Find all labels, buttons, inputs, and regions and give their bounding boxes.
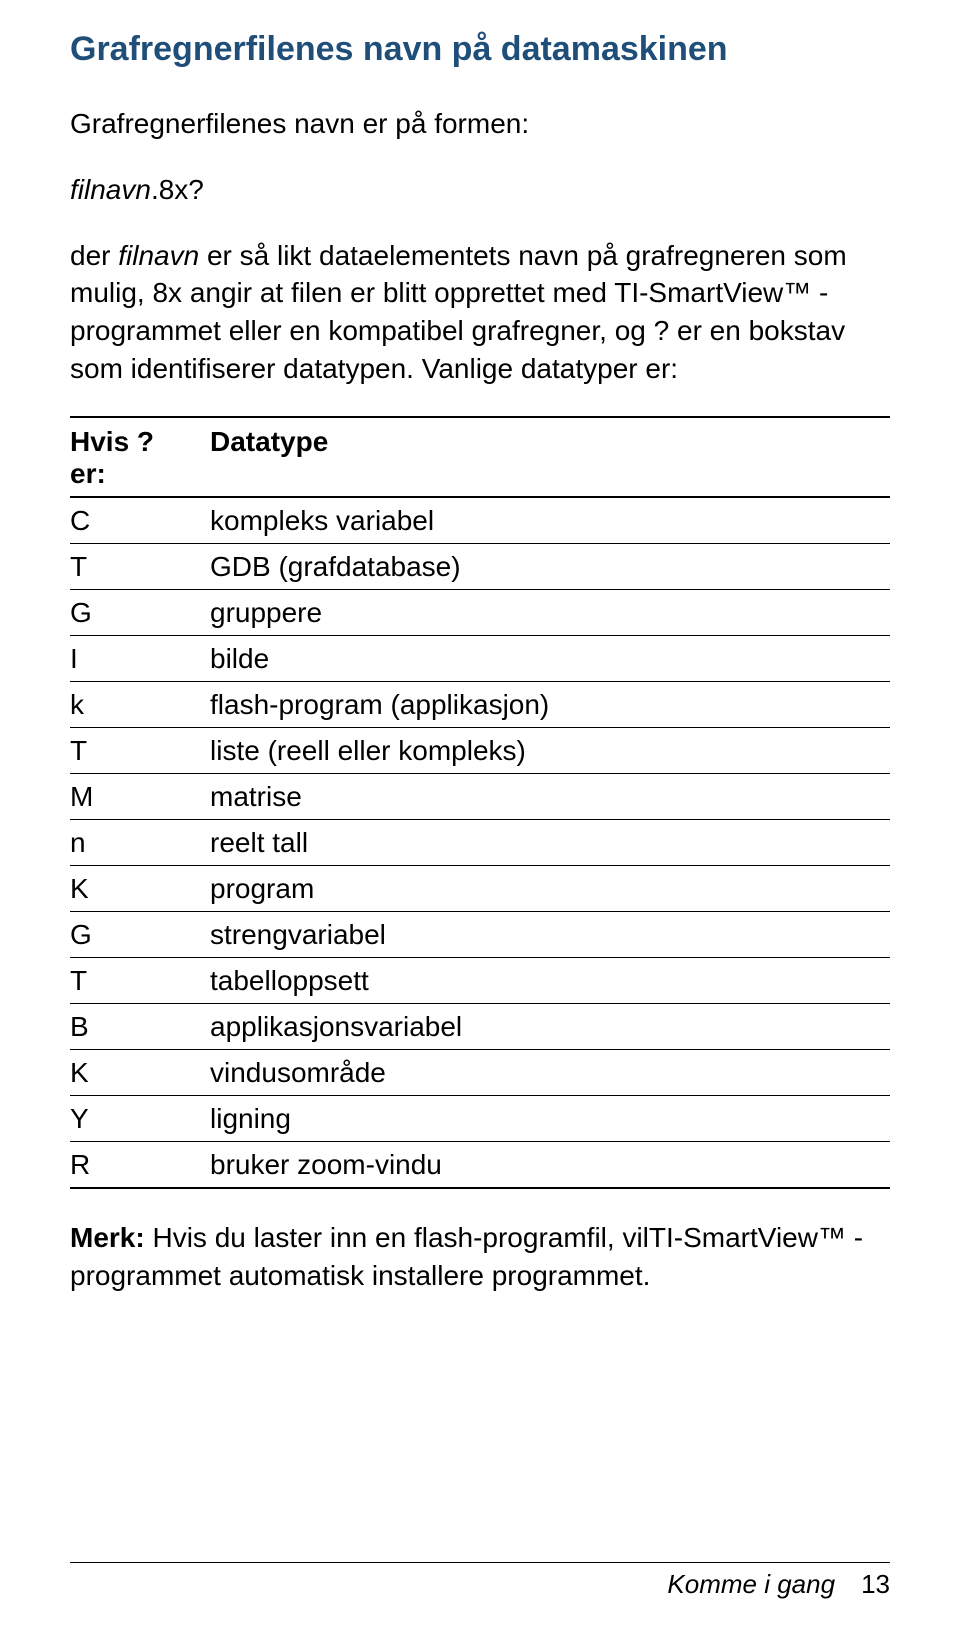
table-row: Ckompleks variabel xyxy=(70,497,890,544)
row-code: K xyxy=(70,1049,210,1095)
row-code: B xyxy=(70,1003,210,1049)
table-row: Mmatrise xyxy=(70,773,890,819)
row-code: Y xyxy=(70,1095,210,1141)
row-code: R xyxy=(70,1141,210,1188)
table-row: Rbruker zoom-vindu xyxy=(70,1141,890,1188)
header-left-l1: Hvis ? xyxy=(70,426,154,457)
row-datatype: bruker zoom-vindu xyxy=(210,1141,890,1188)
footer-page-number: 13 xyxy=(861,1569,890,1600)
page-footer: Komme i gang 13 xyxy=(70,1562,890,1600)
table-row: kflash-program (applikasjon) xyxy=(70,681,890,727)
table-row: Ttabelloppsett xyxy=(70,957,890,1003)
header-left-l2: er: xyxy=(70,458,106,489)
row-code: K xyxy=(70,865,210,911)
row-datatype: reelt tall xyxy=(210,819,890,865)
row-datatype: applikasjonsvariabel xyxy=(210,1003,890,1049)
note-body: Hvis du laster inn en flash-programfil, … xyxy=(70,1222,863,1291)
table-row: TGDB (grafdatabase) xyxy=(70,543,890,589)
table-row: Gstrengvariabel xyxy=(70,911,890,957)
table-row: Bapplikasjonsvariabel xyxy=(70,1003,890,1049)
intro-text: Grafregnerfilenes navn er på formen: xyxy=(70,105,890,143)
table-row: Ibilde xyxy=(70,635,890,681)
explanation-text: der filnavn er så likt dataelementets na… xyxy=(70,237,890,388)
row-code: T xyxy=(70,543,210,589)
row-datatype: ligning xyxy=(210,1095,890,1141)
row-code: G xyxy=(70,911,210,957)
footer-title: Komme i gang xyxy=(667,1569,835,1600)
row-code: T xyxy=(70,727,210,773)
row-datatype: program xyxy=(210,865,890,911)
filename-italic: filnavn xyxy=(70,174,151,205)
table-row: Ggruppere xyxy=(70,589,890,635)
body-filnavn: filnavn xyxy=(118,240,199,271)
row-datatype: matrise xyxy=(210,773,890,819)
note-label: Merk: xyxy=(70,1222,145,1253)
table-row: Yligning xyxy=(70,1095,890,1141)
row-code: T xyxy=(70,957,210,1003)
row-code: k xyxy=(70,681,210,727)
row-code: M xyxy=(70,773,210,819)
row-datatype: liste (reell eller kompleks) xyxy=(210,727,890,773)
row-code: C xyxy=(70,497,210,544)
row-datatype: tabelloppsett xyxy=(210,957,890,1003)
row-code: I xyxy=(70,635,210,681)
body-pre: der xyxy=(70,240,118,271)
datatype-table: Hvis ? er: Datatype Ckompleks variabelTG… xyxy=(70,416,890,1189)
row-datatype: flash-program (applikasjon) xyxy=(210,681,890,727)
table-row: Kprogram xyxy=(70,865,890,911)
section-heading: Grafregnerfilenes navn på datamaskinen xyxy=(70,30,890,69)
table-header-right: Datatype xyxy=(210,417,890,497)
row-datatype: bilde xyxy=(210,635,890,681)
row-datatype: vindusområde xyxy=(210,1049,890,1095)
row-datatype: gruppere xyxy=(210,589,890,635)
row-code: n xyxy=(70,819,210,865)
table-row: nreelt tall xyxy=(70,819,890,865)
row-datatype: GDB (grafdatabase) xyxy=(210,543,890,589)
row-code: G xyxy=(70,589,210,635)
filename-ext: .8x? xyxy=(151,174,204,205)
table-row: Kvindusområde xyxy=(70,1049,890,1095)
row-datatype: strengvariabel xyxy=(210,911,890,957)
filename-pattern: filnavn.8x? xyxy=(70,171,890,209)
table-row: Tliste (reell eller kompleks) xyxy=(70,727,890,773)
note-text: Merk: Hvis du laster inn en flash-progra… xyxy=(70,1219,890,1295)
table-header-left: Hvis ? er: xyxy=(70,417,210,497)
row-datatype: kompleks variabel xyxy=(210,497,890,544)
